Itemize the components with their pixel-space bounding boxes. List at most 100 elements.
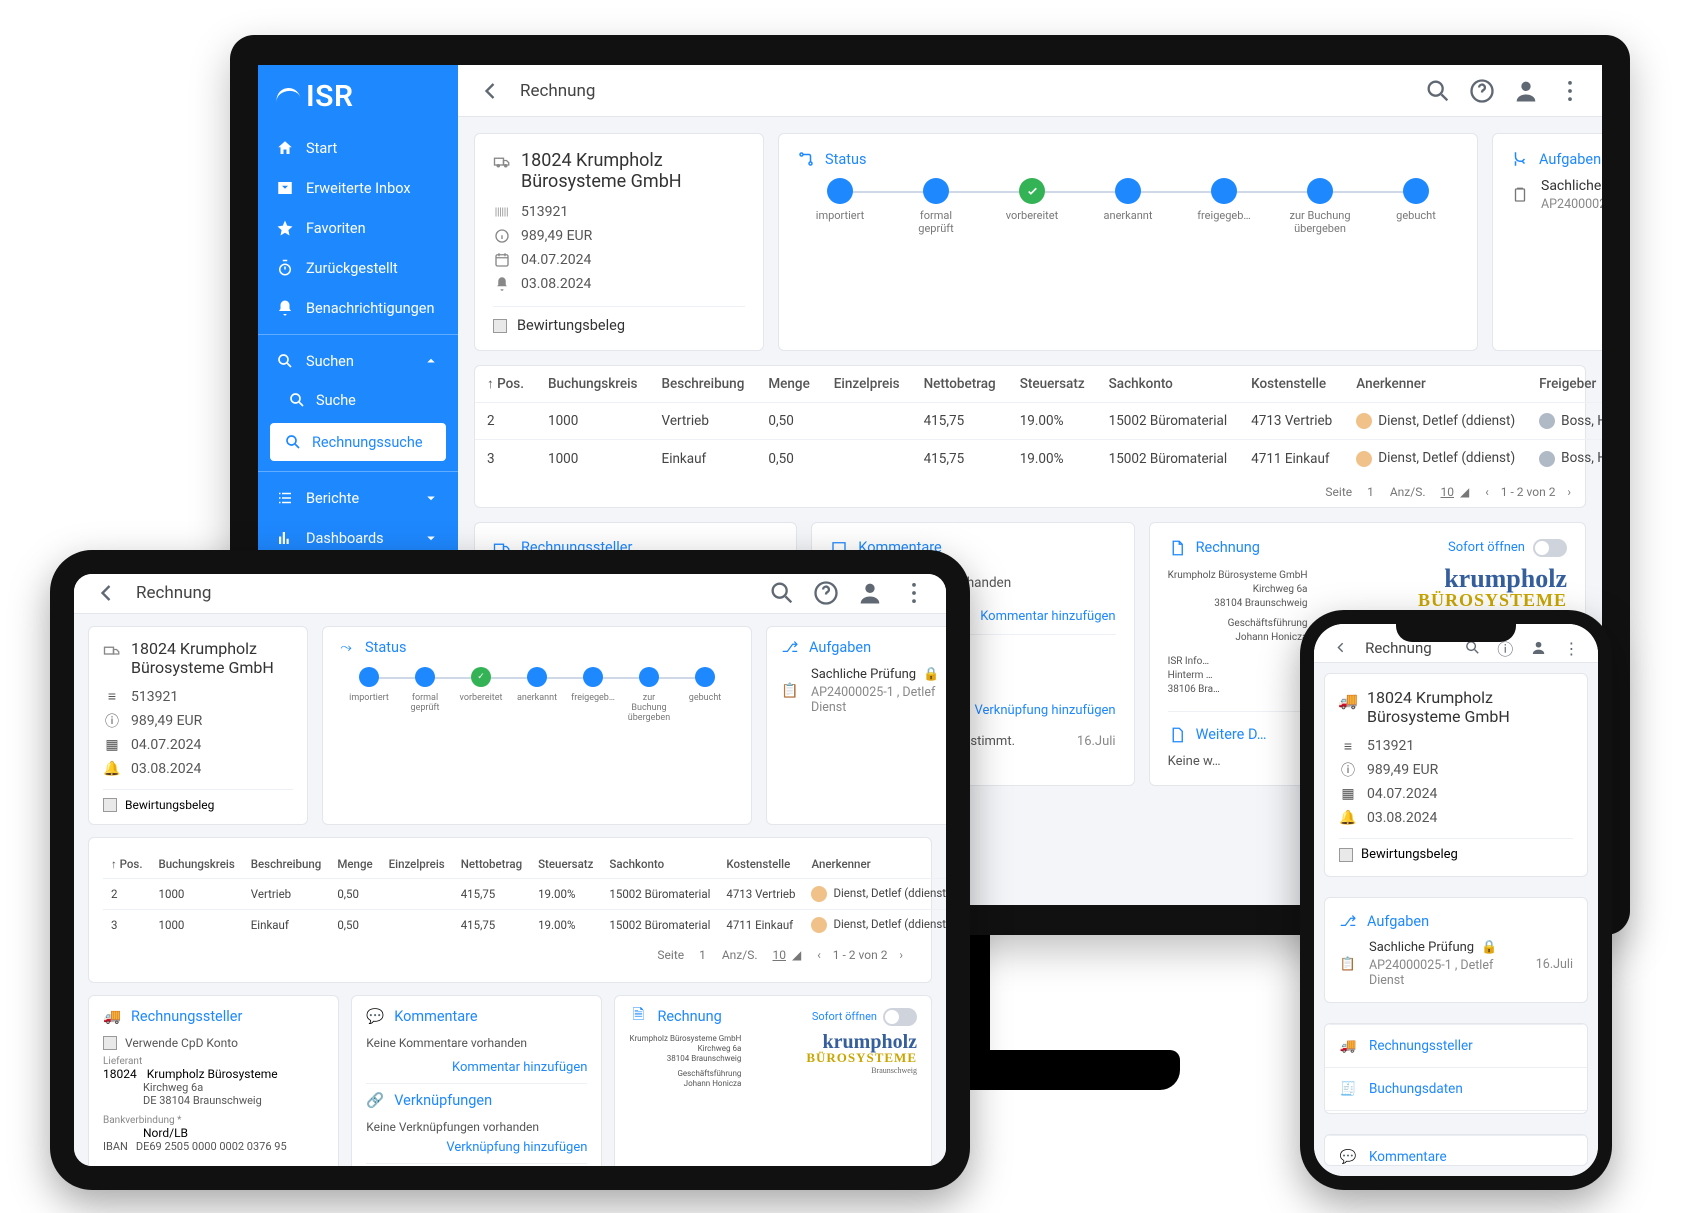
status-step[interactable]: zur Buchung übergeben [627, 667, 671, 724]
table-row[interactable]: 31000Einkauf 0,50415,7519.00% 15002 Büro… [103, 909, 946, 940]
chevron-down-icon [422, 489, 440, 507]
task-item[interactable]: Sachliche Prüfung AP24000025-1 , Detlef … [1511, 178, 1602, 212]
route-icon [797, 150, 815, 168]
clipboard-icon: 📋 [781, 682, 799, 700]
vendor-title: 18024 Krumpholz Bürosysteme GmbH [521, 150, 745, 192]
chat-icon: 💬 [366, 1008, 384, 1026]
col-st[interactable]: Steuersatz [1008, 366, 1097, 403]
sidebar-item-start[interactable]: Start [258, 128, 458, 168]
topbar: Rechnung [74, 574, 946, 614]
col-pos[interactable]: Pos. [475, 366, 536, 403]
task-sub: AP24000025-1 , Detlef Dienst [1541, 197, 1602, 212]
pagination: Seite 1 Anz/S. 10 ◢ ‹ 1 - 2 von 2 › [103, 940, 917, 970]
sidebar-group-search[interactable]: Suchen [258, 341, 458, 381]
preview-brand2: BÜROSYSTEME [1418, 590, 1567, 611]
barcode-icon: ≡ [1339, 737, 1357, 755]
sidebar-item-suche[interactable]: Suche [258, 381, 458, 419]
col-ep[interactable]: Einzelpreis [822, 366, 912, 403]
hospitality-checkbox[interactable] [493, 319, 507, 333]
status-step[interactable]: anerkannt [515, 667, 559, 703]
status-step[interactable]: gebucht [1383, 178, 1449, 223]
sidebar-item-berichte[interactable]: Berichte [258, 478, 458, 518]
card-title: Aufgaben [1367, 913, 1429, 930]
clipboard-icon [1511, 186, 1529, 204]
account-button[interactable] [856, 579, 884, 607]
table-row[interactable]: 21000Vertrieb 0,50415,7519.00% 15002 Bür… [103, 878, 946, 909]
doc-date: 04.07.2024 [521, 252, 591, 268]
search-button[interactable] [768, 579, 796, 607]
task-item[interactable]: 📋 Sachliche Prüfung 🔒 AP24000025-1 , Det… [781, 667, 946, 715]
sender-line: Kirchweg 6a [1168, 583, 1308, 597]
col-besch[interactable]: Beschreibung [650, 366, 757, 403]
col-ks[interactable]: Kostenstelle [1239, 366, 1344, 403]
status-card: Status importiert formal geprüft vorbere… [778, 133, 1478, 351]
status-step[interactable]: freigegeb… [1191, 178, 1257, 223]
status-step[interactable]: anerkannt [1095, 178, 1161, 223]
status-step[interactable]: gebucht [683, 667, 727, 703]
col-bk[interactable]: Buchungskreis [536, 366, 650, 403]
sidebar-item-deferred[interactable]: Zurückgestellt [258, 248, 458, 288]
hospitality-checkbox[interactable] [1339, 848, 1353, 862]
status-step[interactable]: formal geprüft [903, 178, 969, 235]
open-now-toggle[interactable] [883, 1008, 917, 1026]
status-step[interactable]: zur Buchung übergeben [1287, 178, 1353, 235]
list-item[interactable]: 💬Kommentare [1325, 1135, 1587, 1166]
bell-icon: 🔔 [1339, 809, 1357, 827]
status-step[interactable]: importiert [807, 178, 873, 223]
sidebar-item-inbox[interactable]: Erweiterte Inbox [258, 168, 458, 208]
shipping-icon [103, 642, 121, 660]
due-date: 03.08.2024 [521, 276, 591, 292]
list-item[interactable]: 🧾Buchungsdaten [1325, 1067, 1587, 1110]
brand-logo: ISR [258, 79, 458, 128]
more-button[interactable]: ⋮ [1563, 634, 1580, 662]
back-button[interactable] [92, 579, 120, 607]
sidebar-item-favorites[interactable]: Favoriten [258, 208, 458, 248]
table-row[interactable]: 21000Vertrieb 0,50415,75 19.00%15002 Bür… [475, 403, 1602, 440]
open-now-toggle[interactable] [1533, 539, 1567, 557]
more-button[interactable] [1556, 77, 1584, 105]
sidebar-item-notifications[interactable]: Benachrichtigungen [258, 288, 458, 328]
perpage-select[interactable]: 10 [772, 948, 786, 962]
sender-line: 38104 Braunschweig [1168, 597, 1308, 611]
cpd-checkbox[interactable] [103, 1036, 117, 1050]
add-comment-link[interactable]: Kommentar hinzufügen [366, 1060, 587, 1075]
search-button[interactable] [1424, 77, 1452, 105]
status-label: freigegeb… [1197, 210, 1251, 223]
receipt-icon: 🧾 [1339, 1080, 1357, 1098]
search-icon [288, 391, 306, 409]
perpage-select[interactable]: 10 [1440, 485, 1454, 499]
status-step[interactable]: importiert [347, 667, 391, 703]
table-row[interactable]: 31000Einkauf 0,50415,75 19.00%15002 Büro… [475, 440, 1602, 477]
sidebar-label: Erweiterte Inbox [306, 180, 411, 197]
col-netto[interactable]: Nettobetrag [912, 366, 1008, 403]
account-button[interactable] [1530, 634, 1547, 662]
col-menge[interactable]: Menge [756, 366, 821, 403]
list-item[interactable]: ☰Buchungspositionen [1325, 1110, 1587, 1114]
list-item[interactable]: 🚚Rechnungssteller [1325, 1024, 1587, 1067]
recip-line: 38106 Bra… [1168, 683, 1308, 697]
col-an[interactable]: Anerkenner [1344, 366, 1527, 403]
back-button[interactable] [476, 77, 504, 105]
status-label: anerkannt [1104, 210, 1153, 223]
card-title: Rechnung [1196, 539, 1260, 556]
back-button[interactable] [1332, 634, 1349, 662]
more-button[interactable] [900, 579, 928, 607]
sidebar-item-rechnungssuche[interactable]: Rechnungssuche [270, 423, 446, 461]
account-button[interactable] [1512, 77, 1540, 105]
chat-icon: 💬 [1339, 1148, 1357, 1166]
help-button[interactable] [812, 579, 840, 607]
hospitality-label: Bewirtungsbeleg [517, 317, 625, 334]
hospitality-checkbox[interactable] [103, 798, 117, 812]
col-fg[interactable]: Freigeber [1527, 366, 1602, 403]
add-link-link[interactable]: Verknüpfung hinzufügen [366, 1140, 587, 1155]
comments-card: 💬Kommentare Keine Kommentare vorhanden K… [351, 995, 602, 1166]
help-button[interactable] [1468, 77, 1496, 105]
status-step[interactable]: vorbereitet [999, 178, 1065, 223]
col-sk[interactable]: Sachkonto [1097, 366, 1240, 403]
card-title: Rechnungssteller [131, 1008, 242, 1025]
task-item[interactable]: 📋 Sachliche Prüfung 🔒 AP24000025-1 , Det… [1339, 940, 1573, 988]
shipping-icon: 🚚 [1339, 1037, 1357, 1055]
status-step[interactable]: ✓vorbereitet [459, 667, 503, 703]
status-step[interactable]: freigegeb… [571, 667, 615, 703]
status-step[interactable]: formal geprüft [403, 667, 447, 714]
